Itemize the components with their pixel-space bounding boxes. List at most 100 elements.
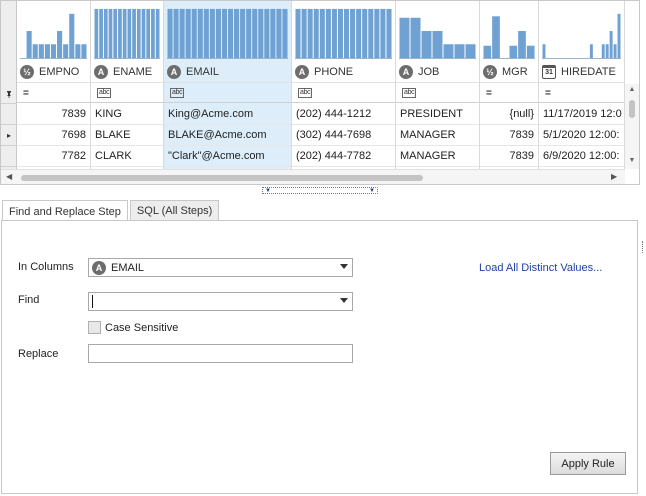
histogram-bar [386, 8, 392, 58]
tab-strip: Find and Replace Step SQL (All Steps) [2, 200, 221, 222]
scroll-down-icon[interactable]: ▼ [627, 157, 637, 167]
table-cell[interactable]: 5/1/2020 12:00: [539, 125, 624, 146]
apply-rule-button[interactable]: Apply Rule [550, 452, 626, 475]
histogram-bar [75, 44, 81, 58]
column-name: ENAME [113, 65, 153, 78]
histogram-bar [609, 31, 613, 58]
histogram-bar [331, 8, 337, 58]
table-cell[interactable]: 6/9/2020 12:00: [539, 146, 624, 167]
histogram-bar [432, 31, 443, 58]
column-ename[interactable]: A ENAME abc KING BLAKE CLARK [91, 1, 164, 169]
table-cell[interactable]: (302) 444-7698 [292, 125, 395, 146]
column-header-email[interactable]: A EMAIL [164, 61, 291, 83]
histogram-bar [50, 44, 57, 58]
column-filter-empno[interactable]: = [17, 84, 90, 103]
column-hiredate[interactable]: 31 HIREDATE = 11/17/2019 12:0 5/1/2020 12:00… [539, 1, 625, 169]
histogram-bar [410, 17, 421, 58]
column-header-job[interactable]: A JOB [396, 61, 479, 83]
table-cell[interactable]: 7839 [480, 146, 538, 167]
table-cell[interactable]: 11/17/2019 12:0 [539, 104, 624, 125]
histogram-bar [26, 31, 32, 58]
text-type-icon: A [167, 64, 181, 79]
tab-find-and-replace[interactable]: Find and Replace Step [2, 200, 128, 222]
row-header-1[interactable] [1, 104, 17, 125]
column-mgr[interactable]: ½ MGR = {null} 7839 7839 [480, 1, 539, 169]
column-filter-ename[interactable]: abc [91, 84, 163, 103]
horizontal-scroll-thumb[interactable] [21, 175, 423, 181]
pin-icon[interactable] [1, 84, 17, 104]
table-cell[interactable]: PRESIDENT [396, 104, 479, 125]
in-columns-dropdown[interactable]: A EMAIL [88, 258, 353, 277]
splitter-up-icon[interactable]: ▼ [369, 188, 375, 194]
column-job[interactable]: A JOB abc PRESIDENT MANAGER MANAGER [396, 1, 480, 169]
row-indicator[interactable]: ▸ [1, 125, 17, 146]
histogram-bar [191, 8, 197, 58]
scroll-right-icon[interactable]: ▶ [611, 172, 617, 181]
column-email[interactable]: A EMAIL abc King@Acme.com BLAKE@Acme.com "Cla… [164, 1, 292, 169]
table-cell[interactable]: (202) 444-1212 [292, 104, 395, 125]
text-filter-icon: abc [170, 88, 185, 98]
scroll-left-icon[interactable]: ◀ [6, 172, 12, 181]
column-phone[interactable]: A PHONE abc (202) 444-1212 (302) 444-7698 (20… [292, 1, 396, 169]
vertical-scroll-thumb[interactable] [629, 100, 635, 118]
table-cell[interactable]: King@Acme.com [164, 104, 291, 125]
panel-splitter[interactable]: ▼ ▼ [262, 187, 378, 194]
table-cell[interactable]: KING [91, 104, 163, 125]
histogram-bar [526, 45, 535, 58]
table-cell[interactable]: 7839 [17, 104, 90, 125]
column-filter-hiredate[interactable]: = [539, 84, 624, 103]
column-header-mgr[interactable]: ½ MGR [480, 61, 538, 83]
case-sensitive-label[interactable]: Case Sensitive [105, 322, 178, 334]
load-distinct-values-link[interactable]: Load All Distinct Values... [479, 262, 602, 274]
histogram-bar [301, 8, 307, 58]
column-header-hiredate[interactable]: 31 HIREDATE [539, 61, 624, 83]
find-input[interactable] [88, 292, 353, 311]
table-cell[interactable]: 7839 [480, 125, 538, 146]
horizontal-scrollbar[interactable]: ◀ ▶ [1, 169, 625, 184]
table-cell[interactable]: "Clark"@Acme.com [164, 146, 291, 167]
histogram-bar [32, 44, 38, 58]
histogram-bar [362, 8, 368, 58]
histogram-bar [374, 8, 380, 58]
column-filter-job[interactable]: abc [396, 84, 479, 103]
table-cell[interactable]: BLAKE [91, 125, 163, 146]
splitter-down-icon[interactable]: ▼ [265, 188, 271, 194]
replace-input[interactable] [88, 344, 353, 363]
histogram-bar [518, 31, 526, 58]
column-filter-phone[interactable]: abc [292, 84, 395, 103]
column-filter-mgr[interactable]: = [480, 84, 538, 103]
histogram-bar [94, 8, 99, 58]
table-cell[interactable]: {null} [480, 104, 538, 125]
table-cell[interactable]: BLAKE@Acme.com [164, 125, 291, 146]
tab-sql-all-steps[interactable]: SQL (All Steps) [129, 200, 220, 221]
column-header-empno[interactable]: ½ EMPNO [17, 61, 90, 83]
histogram-bar [113, 8, 118, 58]
histogram-bar [368, 8, 374, 58]
histogram-bar [542, 44, 546, 58]
table-cell[interactable]: 7698 [17, 125, 90, 146]
scroll-up-icon[interactable]: ▲ [627, 86, 637, 96]
side-splitter-grip[interactable] [642, 241, 645, 253]
column-header-ename[interactable]: A ENAME [91, 61, 163, 83]
column-header-phone[interactable]: A PHONE [292, 61, 395, 83]
column-filter-email[interactable]: abc [164, 84, 291, 103]
table-cell[interactable]: MANAGER [396, 146, 479, 167]
chevron-down-icon[interactable] [340, 264, 348, 269]
histogram-bar [264, 8, 270, 58]
table-cell[interactable]: CLARK [91, 146, 163, 167]
column-name: EMPNO [39, 65, 80, 78]
row-header-3[interactable] [1, 146, 17, 167]
table-cell[interactable]: 7782 [17, 146, 90, 167]
histogram-bar [613, 44, 617, 58]
chevron-down-icon[interactable] [340, 298, 348, 303]
histogram-bar [151, 8, 155, 58]
histogram-bar [276, 8, 282, 58]
vertical-scrollbar[interactable]: ▲ ▼ [625, 84, 639, 169]
column-empno[interactable]: ½ EMPNO = 7839 7698 7782 [17, 1, 91, 169]
table-cell[interactable]: MANAGER [396, 125, 479, 146]
text-type-icon: A [94, 64, 108, 79]
number-type-icon: ½ [20, 64, 34, 79]
table-cell[interactable]: (202) 444-7782 [292, 146, 395, 167]
calendar-icon: 31 [542, 64, 556, 79]
case-sensitive-checkbox[interactable] [88, 321, 101, 334]
